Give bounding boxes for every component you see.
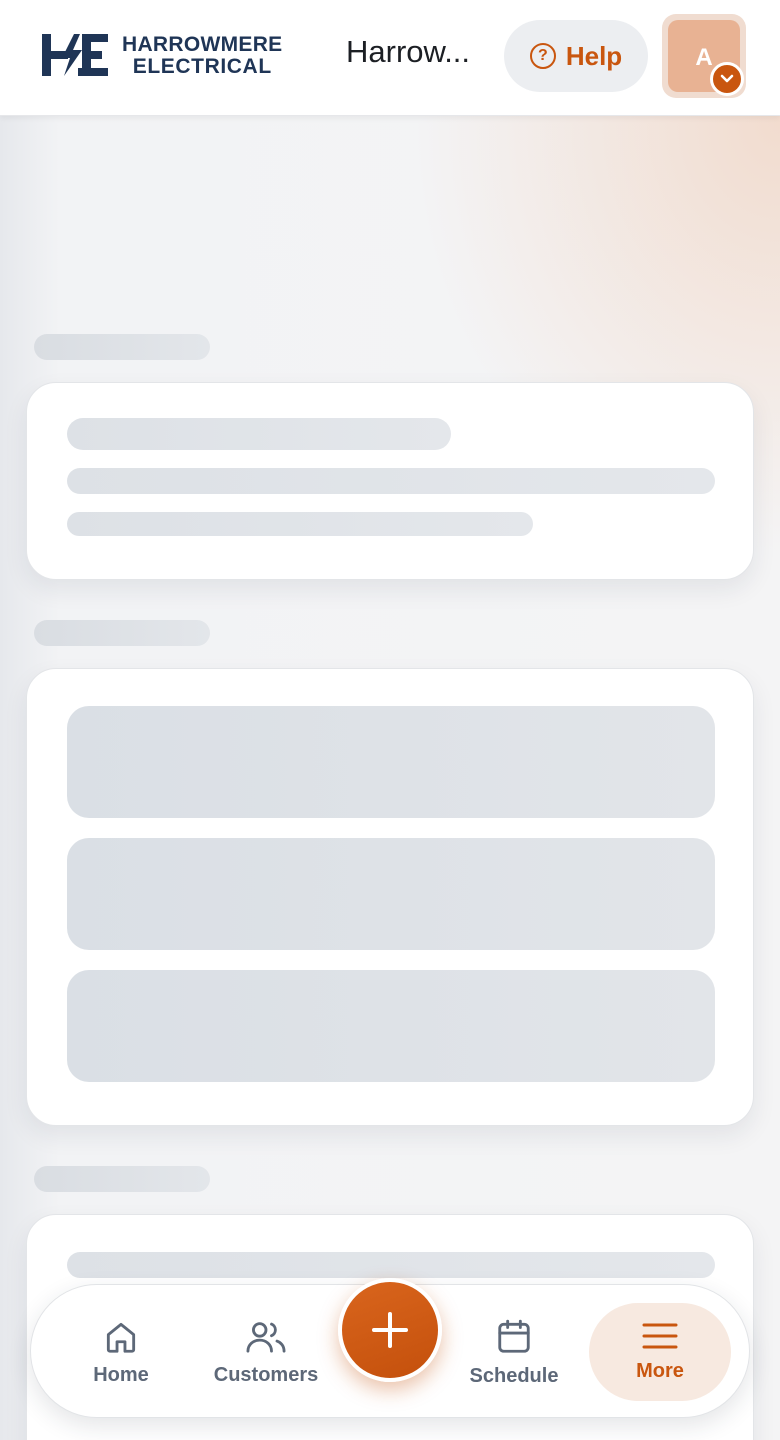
avatar-initial: A [695,44,713,71]
list-item-skeleton [67,838,715,950]
logo-wordmark: HARROWMERE ELECTRICAL [122,34,283,78]
app-header: HARROWMERE ELECTRICAL Harrow... ? Help A [0,0,780,116]
help-button[interactable]: ? Help [504,20,648,92]
nav-label-customers: Customers [213,1363,319,1386]
nav-label-home: Home [93,1363,149,1386]
logo-line-2: ELECTRICAL [132,55,272,78]
nav-item-more[interactable]: More [589,1303,731,1401]
card-line-skeleton [67,512,533,536]
list-item-skeleton [67,706,715,818]
help-button-label: Help [565,40,623,71]
card-line-skeleton [67,1252,715,1278]
chevron-down-icon [710,62,744,96]
users-icon [246,1321,286,1353]
logo-mark [42,34,108,76]
help-circle-icon: ? [529,43,556,69]
menu-icon [642,1323,678,1348]
account-menu-button[interactable]: A [662,14,746,98]
section-title-skeleton [34,1166,210,1192]
summary-card-skeleton [26,382,754,580]
logo-line-1: HARROWMERE [122,33,283,56]
company-name: Harrow... [346,34,471,69]
add-button[interactable] [338,1278,442,1382]
nav-label-more: More [636,1359,684,1382]
plus-icon [372,1312,408,1348]
nav-label-schedule: Schedule [469,1364,559,1387]
calendar-icon [498,1319,530,1353]
home-icon [106,1322,136,1353]
card-line-skeleton [67,468,715,494]
nav-item-home[interactable]: Home [71,1285,171,1419]
company-logo[interactable]: HARROWMERE ELECTRICAL [40,32,310,82]
nav-item-customers[interactable]: Customers [201,1285,331,1419]
list-item-skeleton [67,970,715,1082]
card-title-skeleton [67,418,451,450]
section-title-skeleton [34,334,210,360]
nav-item-schedule[interactable]: Schedule [459,1285,569,1419]
section-title-skeleton [34,620,210,646]
list-card-skeleton [26,668,754,1126]
